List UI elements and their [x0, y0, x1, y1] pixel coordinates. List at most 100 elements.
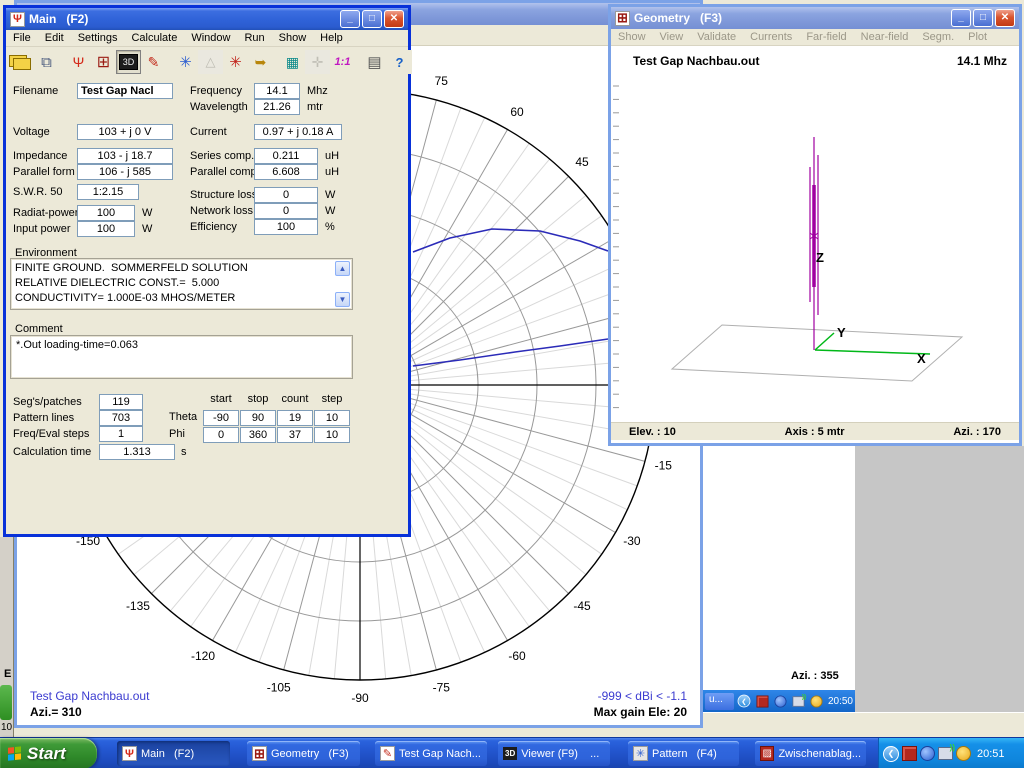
field-row-structure-loss: Structure loss0W: [190, 187, 335, 203]
menu-item-validate[interactable]: Validate: [690, 29, 743, 45]
messenger-tray-icon[interactable]: [810, 695, 822, 707]
task-clipboard[interactable]: Zwischenablag...: [755, 741, 866, 766]
sweep-value-box[interactable]: 19: [277, 410, 313, 426]
menu-item-window[interactable]: Window: [184, 30, 237, 46]
field-label: Impedance: [13, 150, 77, 162]
far-field-pattern-button[interactable]: [173, 50, 198, 74]
field-label: Filename: [13, 85, 77, 97]
open-file-button[interactable]: [9, 50, 34, 74]
field-value-box[interactable]: Test Gap Nacl: [77, 83, 173, 99]
field-row-efficiency: Efficiency100%: [190, 219, 335, 235]
viewer-3d-button[interactable]: 3D: [116, 50, 141, 74]
geometry-statusbar: Elev. : 10 Axis : 5 mtr Azi. : 170: [611, 422, 1019, 440]
task-pattern[interactable]: Pattern (F4): [628, 741, 739, 766]
browser-tray-icon[interactable]: [920, 746, 935, 761]
field-value-box[interactable]: 100: [77, 221, 135, 237]
stat-value-box[interactable]: 1: [99, 426, 143, 442]
scale-1to1-button[interactable]: 1:1: [330, 50, 355, 74]
export-button[interactable]: [248, 50, 273, 74]
field-value-box[interactable]: 100: [254, 219, 318, 235]
close-button[interactable]: ✕: [384, 10, 404, 28]
maximize-button[interactable]: □: [362, 10, 382, 28]
geometry-window-titlebar[interactable]: Geometry (F3) _ □ ✕: [611, 7, 1019, 29]
menu-item-show[interactable]: Show: [272, 30, 314, 46]
stat-value-box[interactable]: 703: [99, 410, 143, 426]
menu-item-help[interactable]: Help: [313, 30, 350, 46]
main-window-titlebar[interactable]: Main (F2) _ □ ✕: [6, 8, 408, 30]
stat-value-box[interactable]: 119: [99, 394, 143, 410]
sweep-value-box[interactable]: 10: [314, 410, 350, 426]
messenger-tray-icon[interactable]: [956, 746, 971, 761]
task-geometry[interactable]: Geometry (F3): [247, 741, 360, 766]
environment-box[interactable]: FINITE GROUND. SOMMERFELD SOLUTIONRELATI…: [10, 258, 353, 310]
network-audio-tray-icon[interactable]: [792, 696, 804, 706]
field-value-box[interactable]: 0: [254, 203, 318, 219]
polar-angle-label: 60: [510, 105, 524, 119]
field-value-box[interactable]: 0: [254, 187, 318, 203]
menu-item-edit[interactable]: Edit: [38, 30, 71, 46]
save-copy-button[interactable]: [34, 50, 59, 74]
help-button[interactable]: ?: [387, 50, 412, 74]
red-app-tray-icon[interactable]: [902, 746, 917, 761]
start-button[interactable]: Start: [0, 738, 97, 768]
sweep-value-box[interactable]: 90: [240, 410, 276, 426]
field-value-box[interactable]: 14.1: [254, 83, 300, 99]
field-value-box[interactable]: 103 - j 18.7: [77, 148, 173, 164]
red-app-tray-icon[interactable]: [756, 695, 768, 707]
network-audio-tray-icon[interactable]: [938, 747, 953, 760]
minimize-button[interactable]: _: [340, 10, 360, 28]
geometry-edit-button[interactable]: [91, 50, 116, 74]
field-row-wavelength: Wavelength21.26mtr: [190, 99, 323, 115]
field-value-box[interactable]: 100: [77, 205, 135, 221]
field-value-box[interactable]: 103 + j 0 V: [77, 124, 173, 140]
field-row-network-loss: Network loss0W: [190, 203, 335, 219]
edit-nec-button[interactable]: [141, 50, 166, 74]
collapse-chevron-icon[interactable]: [883, 746, 899, 762]
field-label: Input power: [13, 223, 77, 235]
collapse-chevron-icon[interactable]: [738, 695, 751, 708]
menu-item-segm[interactable]: Segm.: [915, 29, 961, 45]
minimize-button[interactable]: _: [951, 9, 971, 27]
pattern-3d-button[interactable]: [223, 50, 248, 74]
book-button[interactable]: [362, 50, 387, 74]
menu-item-file[interactable]: File: [6, 30, 38, 46]
sweep-value-box[interactable]: -90: [203, 410, 239, 426]
clipboard-mini-taskbar: u... 20:50: [703, 690, 855, 712]
close-button[interactable]: ✕: [995, 9, 1015, 27]
taskbar-clock: 20:51: [977, 748, 1005, 760]
sweep-value-box[interactable]: 0: [203, 427, 239, 443]
sliver-letter: E: [4, 668, 11, 680]
sweep-value-box[interactable]: 10: [314, 427, 350, 443]
task-testgap[interactable]: Test Gap Nach...: [375, 741, 487, 766]
sweep-value-box[interactable]: 37: [277, 427, 313, 443]
menu-item-nearfield[interactable]: Near-field: [854, 29, 916, 45]
field-value-box[interactable]: 0.97 + j 0.18 A: [254, 124, 342, 140]
geometry-menubar: ShowViewValidateCurrentsFar-fieldNear-fi…: [611, 29, 1019, 46]
antenna-tool-button[interactable]: [66, 50, 91, 74]
menu-item-plot[interactable]: Plot: [961, 29, 994, 45]
scroll-up-icon[interactable]: ▲: [335, 261, 350, 276]
antenna-3d-scene[interactable]: XYZ: [611, 46, 1019, 422]
field-value-box[interactable]: 106 - j 585: [77, 164, 173, 180]
field-value-box[interactable]: 1:2.15: [77, 184, 139, 200]
task-main[interactable]: Main (F2): [117, 741, 230, 766]
calculator-button[interactable]: [280, 50, 305, 74]
sweep-value-box[interactable]: 360: [240, 427, 276, 443]
far-field-trace-lower: [413, 339, 608, 366]
task-viewer[interactable]: Viewer (F9) ...: [498, 741, 610, 766]
field-value-box[interactable]: 21.26: [254, 99, 300, 115]
menu-item-view[interactable]: View: [653, 29, 691, 45]
comment-box[interactable]: *.Out loading-time=0.063: [10, 335, 353, 379]
field-value-box[interactable]: 6.608: [254, 164, 318, 180]
menu-item-currents[interactable]: Currents: [743, 29, 799, 45]
scroll-down-icon[interactable]: ▼: [335, 292, 350, 307]
menu-item-settings[interactable]: Settings: [71, 30, 125, 46]
menu-item-farfield[interactable]: Far-field: [799, 29, 853, 45]
menu-item-calculate[interactable]: Calculate: [124, 30, 184, 46]
browser-tray-icon[interactable]: [774, 695, 786, 707]
menu-item-show[interactable]: Show: [611, 29, 653, 45]
menu-item-run[interactable]: Run: [237, 30, 271, 46]
stat-value-box[interactable]: 1.313: [99, 444, 175, 460]
maximize-button[interactable]: □: [973, 9, 993, 27]
field-value-box[interactable]: 0.211: [254, 148, 318, 164]
